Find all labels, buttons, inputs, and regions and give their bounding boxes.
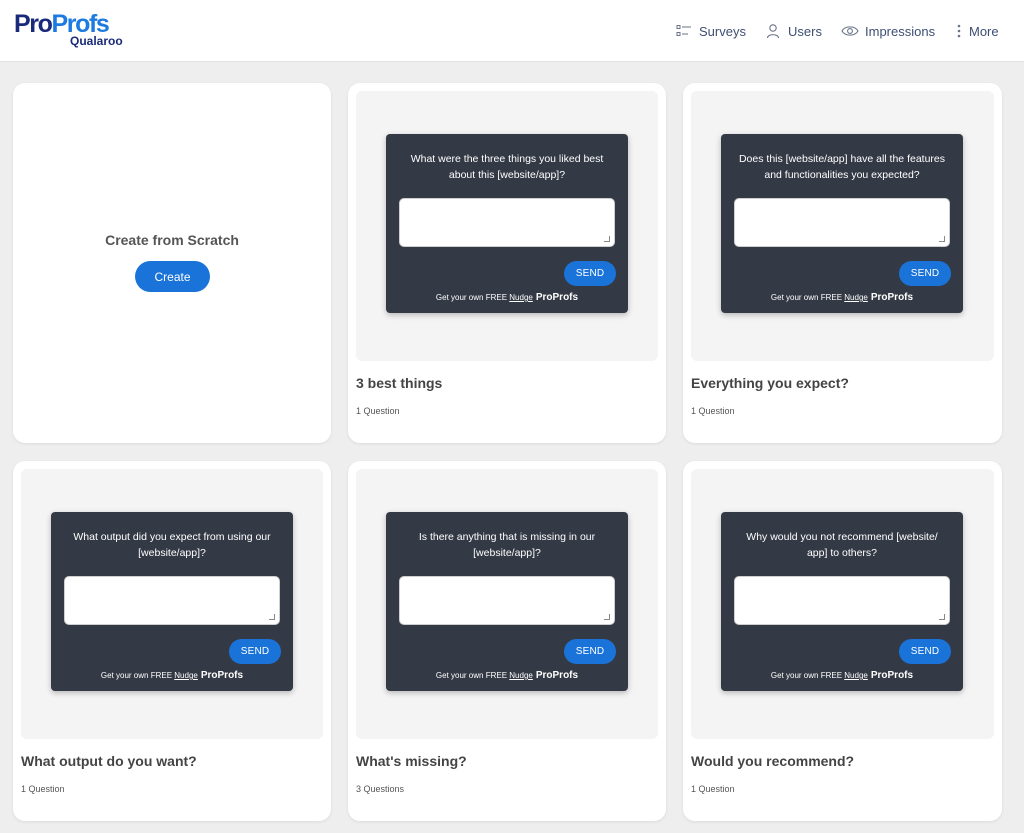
proprofs-qualaroo-logo[interactable]: ProProfs Qualaroo [14, 11, 134, 51]
template-card[interactable]: Is there anything that is missing in our… [348, 461, 666, 821]
template-preview: Is there anything that is missing in our… [356, 469, 658, 739]
nudge-widget-preview: Is there anything that is missing in our… [386, 512, 628, 691]
question-count: 1 Question [691, 784, 735, 794]
template-card[interactable]: Why would you not recommend [website/ ap… [683, 461, 1002, 821]
resize-grip-icon [939, 614, 945, 620]
template-title: Would you recommend? [691, 753, 855, 769]
nudge-widget-preview: What were the three things you liked bes… [386, 134, 628, 313]
create-button[interactable]: Create [135, 261, 210, 292]
resize-grip-icon [604, 614, 610, 620]
nav-more[interactable]: More [955, 20, 999, 42]
resize-grip-icon [939, 236, 945, 242]
nav-users-label: Users [788, 23, 822, 39]
logo-subtitle: Qualaroo [70, 34, 123, 48]
template-card[interactable]: What were the three things you liked bes… [348, 83, 666, 443]
template-preview: What output did you expect from using ou… [21, 469, 323, 739]
proprofs-brand: ProProfs [200, 670, 244, 681]
scratch-title: Create from Scratch [105, 232, 239, 248]
widget-question: Why would you not recommend [website/ ap… [746, 531, 938, 559]
template-title: 3 best things [356, 375, 443, 391]
proprofs-brand: ProProfs [535, 670, 579, 681]
more-vertical-icon [955, 22, 963, 40]
question-count: 1 Question [356, 406, 400, 416]
widget-answer-textarea[interactable] [64, 576, 280, 625]
widget-question: Does this [website/app] have all the fea… [738, 153, 946, 181]
widget-answer-textarea[interactable] [399, 576, 615, 625]
list-icon [675, 22, 693, 40]
nav-surveys-label: Surveys [699, 23, 746, 39]
nudge-widget-preview: Why would you not recommend [website/ ap… [721, 512, 963, 691]
nudge-link[interactable]: Nudge [509, 293, 533, 302]
user-icon [764, 22, 782, 40]
resize-grip-icon [604, 236, 610, 242]
nudge-link[interactable]: Nudge [844, 671, 868, 680]
top-bar: ProProfs Qualaroo Surveys Users Impressi… [0, 0, 1024, 62]
nav-users[interactable]: Users [764, 20, 822, 42]
widget-send-button[interactable]: SEND [564, 639, 616, 664]
template-preview: What were the three things you liked bes… [356, 91, 658, 361]
nav-impressions-label: Impressions [865, 23, 936, 39]
nudge-widget-preview: What output did you expect from using ou… [51, 512, 293, 691]
resize-grip-icon [269, 614, 275, 620]
widget-question: Is there anything that is missing in our… [418, 531, 596, 559]
nudge-link[interactable]: Nudge [174, 671, 198, 680]
widget-send-button[interactable]: SEND [229, 639, 281, 664]
nudge-link[interactable]: Nudge [509, 671, 533, 680]
widget-answer-textarea[interactable] [399, 198, 615, 247]
template-card[interactable]: Does this [website/app] have all the fea… [683, 83, 1002, 443]
proprofs-brand: ProProfs [870, 670, 914, 681]
widget-footer: Get your own FREE Nudge ProProfs [770, 292, 914, 303]
widget-footer: Get your own FREE Nudge ProProfs [770, 670, 914, 681]
widget-footer: Get your own FREE Nudge ProProfs [435, 670, 579, 681]
widget-answer-textarea[interactable] [734, 198, 950, 247]
nav-more-label: More [969, 23, 999, 39]
widget-send-button[interactable]: SEND [564, 261, 616, 286]
widget-question: What were the three things you liked bes… [410, 153, 604, 181]
proprofs-brand: ProProfs [535, 292, 579, 303]
nudge-widget-preview: Does this [website/app] have all the fea… [721, 134, 963, 313]
template-preview: Does this [website/app] have all the fea… [691, 91, 994, 361]
question-count: 3 Questions [356, 784, 405, 794]
question-count: 1 Question [691, 406, 735, 416]
widget-answer-textarea[interactable] [734, 576, 950, 625]
nudge-link[interactable]: Nudge [844, 293, 868, 302]
nav-impressions[interactable]: Impressions [841, 20, 935, 42]
eye-icon [841, 22, 859, 40]
template-title: Everything you expect? [691, 375, 849, 391]
nav-surveys[interactable]: Surveys [675, 20, 746, 42]
create-from-scratch-card[interactable]: Create from Scratch Create [13, 83, 331, 443]
widget-send-button[interactable]: SEND [899, 261, 951, 286]
template-preview: Why would you not recommend [website/ ap… [691, 469, 994, 739]
template-title: What's missing? [356, 753, 467, 769]
proprofs-brand: ProProfs [870, 292, 914, 303]
question-count: 1 Question [21, 784, 65, 794]
widget-question: What output did you expect from using ou… [73, 531, 271, 559]
template-title: What output do you want? [21, 753, 197, 769]
widget-send-button[interactable]: SEND [899, 639, 951, 664]
widget-footer: Get your own FREE Nudge ProProfs [100, 670, 244, 681]
widget-footer: Get your own FREE Nudge ProProfs [435, 292, 579, 303]
template-card[interactable]: What output did you expect from using ou… [13, 461, 331, 821]
